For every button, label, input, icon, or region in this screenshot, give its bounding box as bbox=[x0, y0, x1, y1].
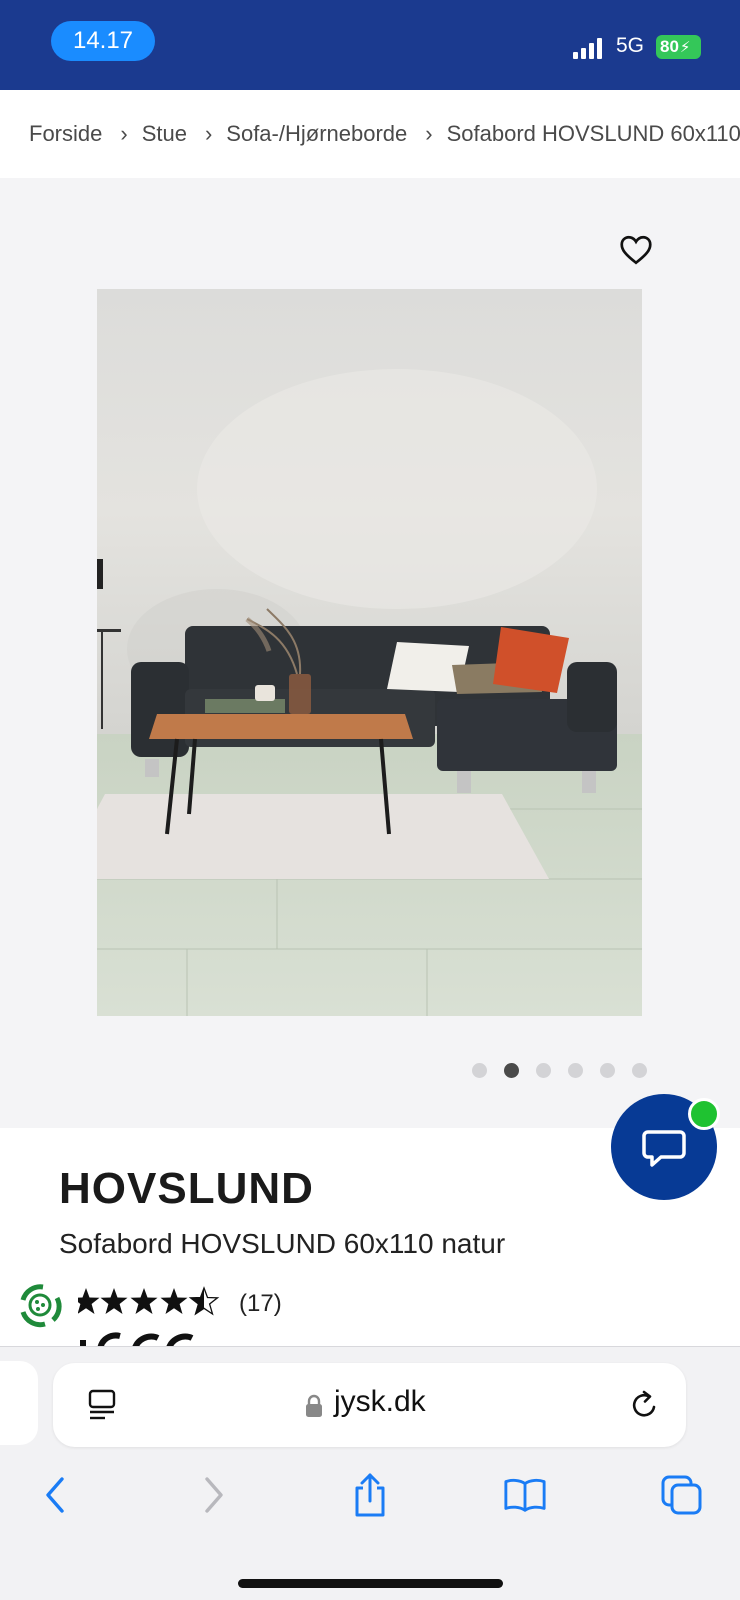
tabs-button[interactable] bbox=[660, 1471, 704, 1519]
breadcrumb: Forside › Stue › Sofa-/Hjørneborde › Sof… bbox=[0, 90, 740, 178]
browser-nav-buttons bbox=[0, 1463, 740, 1533]
home-indicator bbox=[238, 1579, 503, 1588]
lock-icon bbox=[306, 1394, 322, 1417]
star-icons bbox=[78, 1287, 219, 1315]
signal-icon bbox=[573, 38, 602, 59]
previous-tab-preview[interactable] bbox=[0, 1361, 38, 1445]
heart-icon[interactable] bbox=[618, 232, 654, 268]
reload-icon[interactable] bbox=[629, 1389, 661, 1421]
gallery-dot[interactable] bbox=[632, 1063, 647, 1078]
chevron-right-icon: › bbox=[204, 121, 213, 146]
breadcrumb-item-stue[interactable]: Stue bbox=[142, 121, 187, 147]
share-icon bbox=[355, 1473, 385, 1517]
review-count[interactable]: (17) bbox=[239, 1290, 282, 1318]
status-time[interactable]: 14.17 bbox=[51, 21, 155, 61]
product-image[interactable] bbox=[97, 289, 642, 1016]
tabs-icon bbox=[661, 1475, 702, 1515]
breadcrumb-item-forside[interactable]: Forside bbox=[29, 121, 102, 147]
breadcrumb-item-current: Sofabord HOVSLUND 60x110 natur bbox=[446, 121, 740, 146]
reader-icon[interactable] bbox=[87, 1389, 117, 1421]
online-status-dot bbox=[688, 1098, 720, 1130]
share-button[interactable] bbox=[348, 1471, 392, 1519]
gallery-dot[interactable] bbox=[536, 1063, 551, 1078]
product-title: HOVSLUND bbox=[59, 1164, 314, 1213]
product-gallery bbox=[0, 178, 740, 1128]
eco-badge-icon[interactable] bbox=[13, 1278, 67, 1332]
status-bar: 14.17 5G 80 ⚡ bbox=[0, 0, 740, 90]
battery-icon: 80 ⚡ bbox=[656, 35, 701, 59]
chevron-right-icon: › bbox=[120, 121, 128, 146]
url-text: jysk.dk bbox=[334, 1385, 426, 1418]
gallery-dot[interactable] bbox=[472, 1063, 487, 1078]
forward-button[interactable] bbox=[192, 1471, 236, 1519]
browser-toolbar: jysk.dk bbox=[0, 1346, 740, 1600]
chevron-right-icon: › bbox=[425, 121, 433, 146]
rating-stars[interactable] bbox=[78, 1286, 234, 1316]
address-bar[interactable]: jysk.dk bbox=[53, 1363, 686, 1447]
network-type: 5G bbox=[616, 34, 645, 57]
page: 14.17 5G 80 ⚡ Forside › Stue › Sofa-/Hjør… bbox=[0, 0, 740, 1600]
bookmarks-button[interactable] bbox=[503, 1471, 547, 1519]
back-button[interactable] bbox=[33, 1471, 77, 1519]
gallery-dot[interactable] bbox=[600, 1063, 615, 1078]
bookmarks-icon bbox=[504, 1478, 546, 1512]
product-subtitle: Sofabord HOVSLUND 60x110 natur bbox=[59, 1228, 506, 1259]
back-icon bbox=[46, 1477, 64, 1513]
gallery-dot-active[interactable] bbox=[504, 1063, 519, 1078]
battery-level: 80 bbox=[660, 37, 679, 56]
breadcrumb-item-sofaborde[interactable]: Sofa-/Hjørneborde bbox=[226, 121, 407, 147]
gallery-dot[interactable] bbox=[568, 1063, 583, 1078]
chat-icon bbox=[642, 1130, 686, 1167]
gallery-pagination bbox=[472, 1063, 647, 1078]
forward-icon bbox=[205, 1477, 223, 1513]
